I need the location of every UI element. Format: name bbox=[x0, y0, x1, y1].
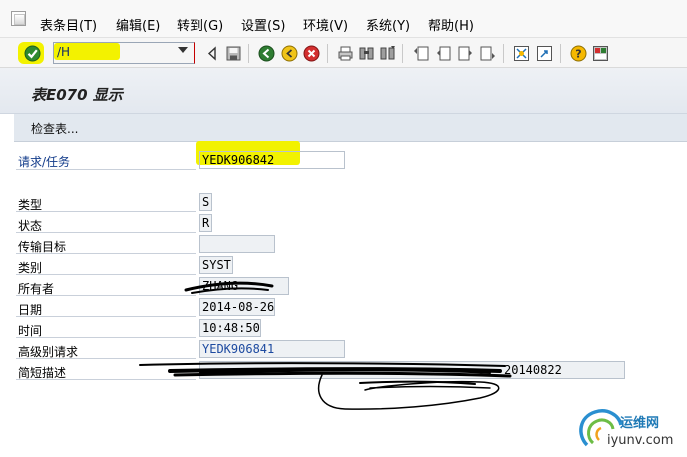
back-icon[interactable] bbox=[258, 45, 275, 62]
chevron-down-icon[interactable] bbox=[178, 47, 188, 53]
check-table-button[interactable]: 检查表... bbox=[31, 120, 78, 137]
label-underline bbox=[16, 358, 196, 359]
print-icon[interactable] bbox=[337, 45, 354, 62]
owner-field[interactable]: ZHANG bbox=[199, 277, 289, 295]
find-next-icon[interactable] bbox=[379, 45, 396, 62]
toolbar-separator bbox=[503, 44, 504, 63]
previous-page-icon[interactable] bbox=[435, 45, 452, 62]
menu-table-entry[interactable]: 表条目(T) bbox=[40, 15, 97, 34]
request-task-field[interactable]: YEDK906842 bbox=[199, 151, 345, 169]
layout-icon[interactable] bbox=[592, 45, 609, 62]
enter-icon[interactable] bbox=[24, 45, 41, 62]
label-underline bbox=[16, 316, 196, 317]
command-field-value: /H bbox=[57, 45, 71, 59]
label-underline bbox=[16, 169, 196, 170]
menu-edit[interactable]: 编辑(E) bbox=[116, 15, 160, 34]
menu-goto[interactable]: 转到(G) bbox=[177, 15, 223, 34]
menu-environment[interactable]: 环境(V) bbox=[303, 15, 348, 34]
exit-icon[interactable] bbox=[281, 45, 298, 62]
toolbar-separator bbox=[560, 44, 561, 63]
last-page-icon[interactable] bbox=[479, 45, 496, 62]
command-field[interactable] bbox=[53, 42, 195, 64]
application-toolbar bbox=[14, 114, 687, 142]
toolbar-separator bbox=[327, 44, 328, 63]
date-field[interactable]: 2014-08-26 bbox=[199, 298, 275, 316]
time-field[interactable]: 10:48:50 bbox=[199, 319, 261, 337]
shortcut-icon[interactable] bbox=[536, 45, 553, 62]
label-underline bbox=[16, 337, 196, 338]
page-title: 表E070 显示 bbox=[31, 86, 123, 104]
short-description-field[interactable]: 20140822 bbox=[199, 361, 625, 379]
menu-settings[interactable]: 设置(S) bbox=[241, 15, 285, 34]
help-icon[interactable]: ? bbox=[570, 45, 587, 62]
type-field[interactable]: S bbox=[199, 193, 212, 211]
label-underline bbox=[16, 232, 196, 233]
back-arrow-icon[interactable] bbox=[204, 45, 221, 62]
menu-system[interactable]: 系统(Y) bbox=[366, 15, 410, 34]
window-menu-icon[interactable] bbox=[11, 11, 26, 26]
watermark-url: iyunv.com bbox=[607, 433, 674, 448]
label-underline bbox=[16, 295, 196, 296]
label-underline bbox=[16, 379, 196, 380]
find-icon[interactable] bbox=[358, 45, 375, 62]
first-page-icon[interactable] bbox=[413, 45, 430, 62]
cancel-icon[interactable] bbox=[303, 45, 320, 62]
label-underline bbox=[16, 253, 196, 254]
label-underline bbox=[16, 211, 196, 212]
save-icon[interactable] bbox=[225, 45, 242, 62]
status-field[interactable]: R bbox=[199, 214, 212, 232]
target-field[interactable] bbox=[199, 235, 275, 253]
next-page-icon[interactable] bbox=[457, 45, 474, 62]
watermark-site-name: 运维网 bbox=[620, 416, 660, 431]
svg-text:?: ? bbox=[575, 48, 581, 61]
menu-help[interactable]: 帮助(H) bbox=[428, 15, 474, 34]
request-task-label: 请求/任务 bbox=[18, 155, 71, 169]
toolbar-separator bbox=[402, 44, 403, 63]
category-field[interactable]: SYST bbox=[199, 256, 233, 274]
toolbar-separator bbox=[248, 44, 249, 63]
label-underline bbox=[16, 274, 196, 275]
create-session-icon[interactable] bbox=[513, 45, 530, 62]
parent-request-field[interactable]: YEDK906841 bbox=[199, 340, 345, 358]
